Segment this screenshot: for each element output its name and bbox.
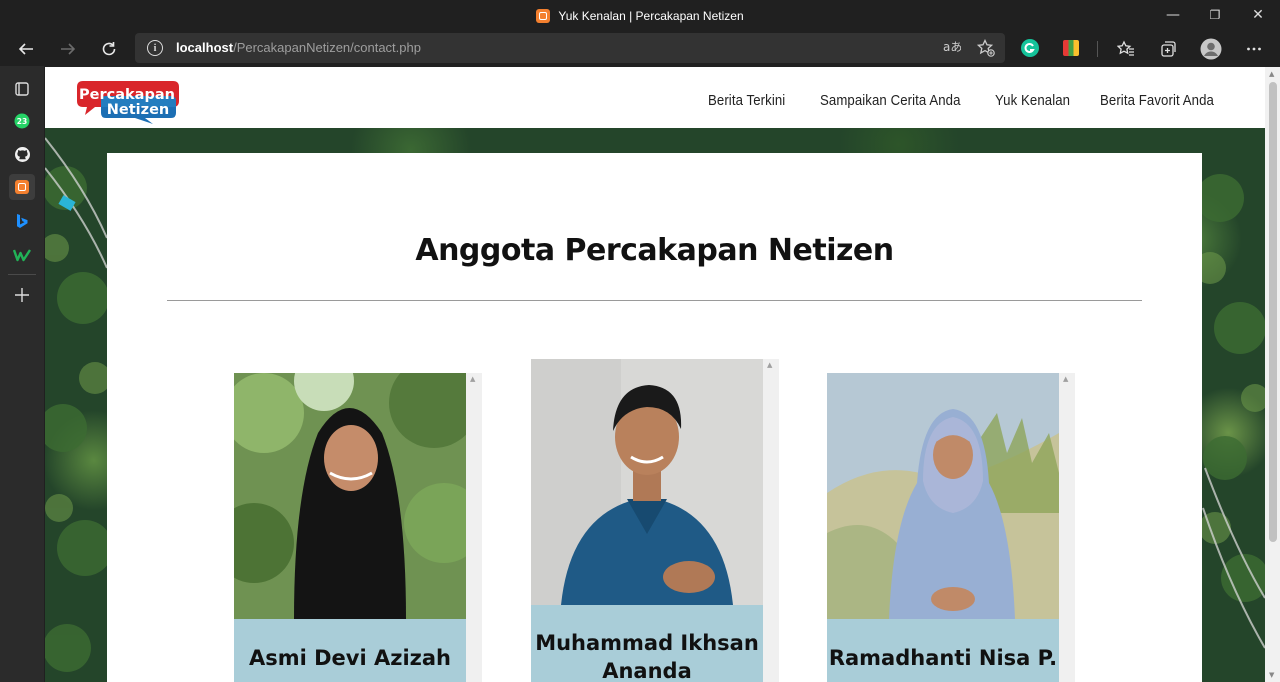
- read-aloud-icon[interactable]: aあ: [943, 39, 962, 59]
- whatsapp-badge: 23: [17, 117, 27, 126]
- restore-button[interactable]: ❐: [1194, 0, 1236, 30]
- bing-icon[interactable]: [9, 208, 35, 234]
- extension-icon[interactable]: [1063, 40, 1079, 56]
- browser-sidebar: 23: [0, 66, 44, 682]
- webflow-icon[interactable]: [9, 242, 35, 268]
- xampp-favicon-icon: [536, 9, 551, 23]
- url-text[interactable]: localhost/PercakapanNetizen/contact.php: [176, 33, 421, 63]
- window-title: Yuk Kenalan | Percakapan Netizen: [0, 0, 1280, 32]
- member-photo-1: [234, 373, 466, 619]
- member-card-1-scrollbar[interactable]: [466, 373, 482, 682]
- nav-berita-terkini[interactable]: Berita Terkini: [708, 67, 785, 128]
- close-button[interactable]: ✕: [1237, 0, 1279, 30]
- collections-icon[interactable]: [1153, 34, 1183, 64]
- site-logo[interactable]: Percakapan Netizen: [73, 79, 179, 124]
- site-info-icon[interactable]: i: [147, 40, 163, 56]
- nav-yuk-kenalan[interactable]: Yuk Kenalan: [995, 67, 1070, 128]
- add-favorite-icon[interactable]: [976, 38, 995, 61]
- site-navbar: Percakapan Netizen Berita Terkini Sampai…: [45, 67, 1265, 128]
- window-title-bar: Yuk Kenalan | Percakapan Netizen — ❐ ✕: [0, 0, 1280, 32]
- address-bar[interactable]: i localhost/PercakapanNetizen/contact.ph…: [135, 33, 1005, 63]
- member-photo-3: [827, 373, 1059, 619]
- window-title-text: Yuk Kenalan | Percakapan Netizen: [558, 9, 744, 23]
- page-scrollbar[interactable]: ▲ ▼: [1265, 67, 1280, 682]
- xampp-icon[interactable]: [9, 174, 35, 200]
- member-name-2: Muhammad Ikhsan Ananda: [531, 605, 763, 682]
- member-card-2-scrollbar[interactable]: [763, 359, 779, 682]
- whatsapp-icon[interactable]: 23: [9, 108, 35, 134]
- add-icon[interactable]: [9, 282, 35, 308]
- members-card: Anggota Percakapan Netizen Asmi Devi Azi…: [107, 153, 1202, 682]
- heading-divider: [167, 300, 1142, 301]
- github-icon[interactable]: [9, 141, 35, 167]
- refresh-icon[interactable]: [94, 34, 124, 64]
- favorites-icon[interactable]: [1111, 34, 1141, 64]
- back-icon[interactable]: [11, 34, 41, 64]
- page-scrollbar-thumb[interactable]: [1269, 82, 1277, 542]
- page-viewport: Percakapan Netizen Berita Terkini Sampai…: [45, 67, 1280, 682]
- minimize-button[interactable]: —: [1152, 0, 1194, 30]
- logo-line1: Percakapan: [79, 87, 175, 103]
- logo-line2: Netizen: [107, 102, 169, 118]
- grammarly-icon[interactable]: [1021, 39, 1039, 57]
- member-photo-2: [531, 359, 763, 605]
- browser-toolbar: i localhost/PercakapanNetizen/contact.ph…: [0, 32, 1280, 66]
- tabs-icon[interactable]: [9, 76, 35, 102]
- profile-avatar-icon[interactable]: [1196, 34, 1226, 64]
- member-name-1: Asmi Devi Azizah: [234, 619, 466, 682]
- forward-icon[interactable]: [53, 34, 83, 64]
- nav-berita-favorit[interactable]: Berita Favorit Anda: [1100, 67, 1214, 128]
- sidebar-divider: [8, 274, 36, 275]
- page-heading: Anggota Percakapan Netizen: [415, 233, 894, 268]
- more-menu-icon[interactable]: [1239, 34, 1269, 64]
- nav-sampaikan-cerita[interactable]: Sampaikan Cerita Anda: [820, 67, 961, 128]
- member-card-3-scrollbar[interactable]: [1059, 373, 1075, 682]
- member-name-3: Ramadhanti Nisa P.: [827, 619, 1059, 682]
- svg-text:aあ: aあ: [943, 40, 961, 54]
- toolbar-separator: [1097, 41, 1098, 57]
